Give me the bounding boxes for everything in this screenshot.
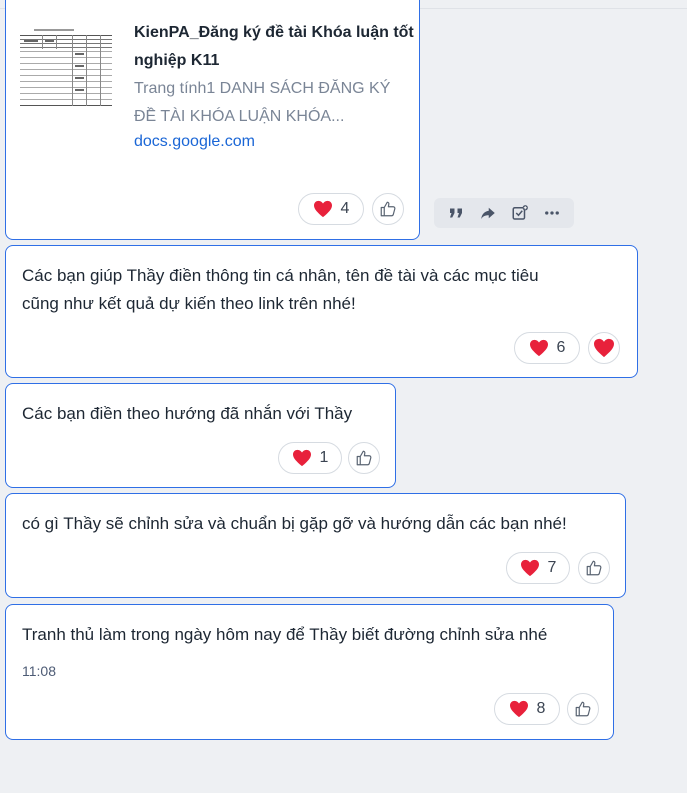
sheet-thumbnail[interactable]	[20, 27, 116, 111]
reaction-count: 4	[340, 200, 350, 217]
heart-icon	[509, 700, 528, 718]
message-text: Các bạn điền theo hướng đã nhắn với Thầy	[22, 404, 353, 423]
reaction-heart-pill[interactable]: 7	[506, 552, 570, 584]
heart-icon	[292, 449, 311, 467]
quote-icon[interactable]	[445, 202, 467, 224]
like-button[interactable]	[578, 552, 610, 584]
heart-icon	[520, 559, 539, 577]
reaction-heart-pill[interactable]: 6	[514, 332, 580, 364]
heart-icon	[313, 200, 332, 218]
heart-react-button[interactable]	[588, 332, 620, 364]
link-message-bubble[interactable]: KienPA_Đăng ký đề tài Khóa luận tốt nghi…	[5, 0, 420, 240]
link-domain[interactable]: docs.google.com	[134, 133, 255, 151]
link-title[interactable]: KienPA_Đăng ký đề tài Khóa luận tốt nghi…	[134, 19, 414, 75]
reaction-count: 8	[536, 700, 546, 717]
reaction-count: 7	[547, 559, 557, 576]
reaction-heart-pill[interactable]: 4	[298, 193, 364, 225]
like-button[interactable]	[372, 193, 404, 225]
message-text: Các bạn giúp Thầy điền thông tin cá nhân…	[22, 266, 539, 313]
more-icon[interactable]	[541, 202, 563, 224]
message-hover-actions	[434, 198, 574, 228]
thumbs-up-icon	[380, 201, 396, 217]
reaction-count: 6	[556, 339, 566, 356]
message-bubble[interactable]: Các bạn điền theo hướng đã nhắn với Thầy…	[5, 383, 396, 488]
message-bubble[interactable]: có gì Thầy sẽ chỉnh sửa và chuẩn bị gặp …	[5, 493, 626, 598]
message-bubble[interactable]: Các bạn giúp Thầy điền thông tin cá nhân…	[5, 245, 638, 378]
like-button[interactable]	[567, 693, 599, 725]
like-button[interactable]	[348, 442, 380, 474]
forward-icon[interactable]	[477, 202, 499, 224]
link-description: Trang tính1 DANH SÁCH ĐĂNG KÝ ĐỀ TÀI KHÓ…	[134, 80, 391, 125]
heart-icon	[594, 338, 614, 358]
add-task-icon[interactable]	[509, 202, 531, 224]
spreadsheet-preview-icon	[20, 27, 116, 111]
message-time: 11:08	[22, 663, 56, 679]
heart-icon	[529, 339, 548, 357]
reaction-heart-pill[interactable]: 1	[278, 442, 342, 474]
message-text: Tranh thủ làm trong ngày hôm nay để Thầy…	[22, 625, 548, 644]
message-text: có gì Thầy sẽ chỉnh sửa và chuẩn bị gặp …	[22, 514, 567, 533]
message-bubble[interactable]: Tranh thủ làm trong ngày hôm nay để Thầy…	[5, 604, 614, 740]
thumbs-up-icon	[586, 560, 602, 576]
reaction-count: 1	[319, 449, 329, 466]
reaction-heart-pill[interactable]: 8	[494, 693, 560, 725]
thumbs-up-icon	[356, 450, 372, 466]
thumbs-up-icon	[575, 701, 591, 717]
